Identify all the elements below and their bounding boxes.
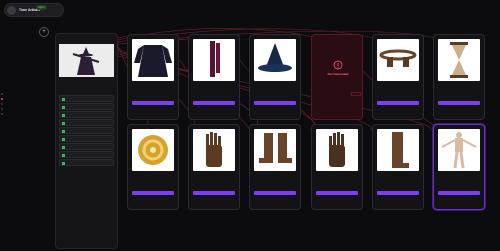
reference-image[interactable] — [59, 44, 114, 77]
glove-image — [316, 129, 358, 171]
item-card-scarf[interactable] — [188, 34, 240, 120]
orb-image — [132, 129, 174, 171]
glove-icon — [329, 132, 345, 167]
item-card-boots[interactable] — [249, 124, 301, 210]
boots-icon — [259, 133, 292, 163]
body-image — [438, 129, 480, 171]
item-card-glove-left[interactable] — [311, 124, 363, 210]
belt-icon — [379, 49, 417, 67]
list-item[interactable] — [59, 151, 114, 158]
item-card-belt[interactable] — [372, 34, 424, 120]
list-item[interactable] — [59, 119, 114, 126]
generate-button[interactable] — [316, 191, 358, 195]
list-item[interactable] — [59, 95, 114, 102]
list-item[interactable] — [59, 143, 114, 150]
item-card-hat[interactable] — [249, 34, 301, 120]
body-icon — [441, 132, 477, 169]
hourglass-icon — [450, 42, 468, 78]
list-item[interactable] — [59, 127, 114, 134]
glove-image — [193, 129, 235, 171]
belt-image — [377, 39, 419, 81]
robe-icon — [134, 45, 172, 77]
hourglass-image — [438, 39, 480, 81]
list-item[interactable] — [59, 159, 114, 166]
item-card-orb[interactable] — [127, 124, 179, 210]
generate-button[interactable] — [377, 191, 419, 195]
error-detail-row — [315, 92, 361, 96]
generate-button[interactable] — [132, 191, 174, 195]
wizard-figure-icon — [72, 47, 100, 75]
generate-button[interactable] — [377, 101, 419, 105]
error-value-box[interactable] — [351, 92, 361, 96]
list-item[interactable] — [59, 135, 114, 142]
list-item[interactable] — [59, 103, 114, 110]
item-card-error[interactable]: Not Generated — [311, 34, 363, 120]
orb-icon — [138, 135, 168, 165]
generate-button[interactable] — [193, 191, 235, 195]
wizard-hat-icon — [258, 43, 292, 72]
boots-image — [254, 129, 296, 171]
scarf-icon — [210, 41, 220, 77]
generate-button[interactable] — [438, 101, 480, 105]
generate-button[interactable] — [193, 101, 235, 105]
scarf-image — [193, 39, 235, 81]
boot-image — [377, 129, 419, 171]
hat-image — [254, 39, 296, 81]
glove-icon — [206, 132, 222, 167]
error-icon — [333, 60, 343, 70]
generate-button[interactable] — [132, 101, 174, 105]
item-card-glove-right[interactable] — [188, 124, 240, 210]
robe-image — [132, 39, 174, 81]
generate-button[interactable] — [254, 191, 296, 195]
error-title: Not Generated — [327, 72, 349, 76]
reference-panel — [55, 33, 118, 249]
item-card-body[interactable] — [433, 124, 485, 210]
item-card-robe[interactable] — [127, 34, 179, 120]
generate-button[interactable] — [254, 101, 296, 105]
section-title — [56, 77, 117, 81]
item-card-hourglass[interactable] — [433, 34, 485, 120]
item-card-boot-left[interactable] — [372, 124, 424, 210]
list-item[interactable] — [59, 111, 114, 118]
generate-button[interactable] — [438, 191, 480, 195]
boot-icon — [392, 132, 409, 168]
panel-header — [56, 34, 117, 44]
